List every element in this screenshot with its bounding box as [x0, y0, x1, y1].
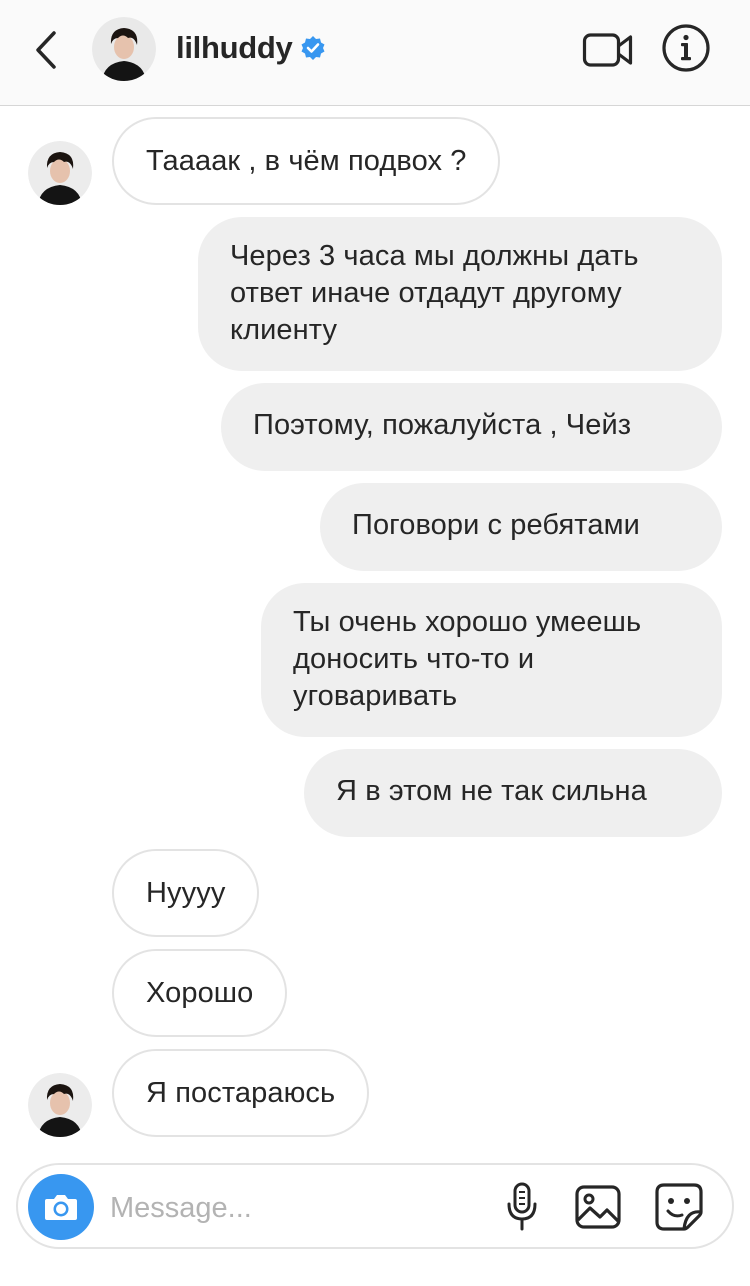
message-bubble-incoming[interactable]: Я постараюсь [112, 1049, 370, 1137]
message-bubble-incoming[interactable]: Нуууу [112, 849, 260, 937]
message-input[interactable] [108, 1177, 492, 1239]
verified-badge-icon [300, 35, 326, 61]
header-avatar[interactable] [92, 17, 156, 81]
message-bubble-incoming[interactable]: Хорошо [112, 949, 288, 1037]
username: lilhuddy [176, 30, 293, 65]
info-icon [662, 24, 710, 72]
message-text-line: уговаривать [293, 680, 458, 712]
message-text: Хорошо [146, 977, 254, 1009]
message-text-line: Через 3 часа мы должны дать [230, 240, 639, 272]
sender-avatar[interactable] [28, 141, 92, 205]
message-bubble-outgoing[interactable]: Я в этом не так сильна [304, 749, 722, 837]
header-title[interactable]: lilhuddy [176, 28, 326, 68]
sticker-icon [655, 1183, 703, 1231]
message-text-line: Ты очень хорошо умеешь [293, 606, 642, 638]
message-text: Тааaак , в чём подвох ? [146, 145, 467, 177]
video-camera-icon [582, 33, 633, 67]
microphone-button[interactable] [502, 1182, 542, 1232]
message-text-line: доносить что-то и [293, 643, 535, 675]
chat-header: lilhuddy [0, 0, 750, 106]
video-call-button[interactable] [582, 28, 634, 72]
camera-icon [45, 1195, 77, 1220]
microphone-icon [507, 1182, 537, 1231]
message-text: Я в этом не так сильна [336, 775, 647, 807]
chevron-left-icon [36, 31, 56, 69]
back-button[interactable] [26, 28, 66, 72]
info-button[interactable] [660, 22, 712, 74]
message-composer [16, 1163, 734, 1249]
message-bubble-outgoing[interactable]: Ты очень хорошо умеешь доносить что-то и… [261, 583, 722, 737]
message-text-line: клиенту [230, 314, 338, 346]
message-text: Я постараюсь [146, 1077, 336, 1109]
message-bubble-incoming[interactable]: Тааaак , в чём подвох ? [112, 117, 501, 205]
message-text: Поэтому, пожалуйста , Чейз [253, 409, 632, 441]
sender-avatar[interactable] [28, 1073, 92, 1137]
camera-button[interactable] [28, 1174, 94, 1240]
message-text: Поговори с ребятами [352, 509, 640, 541]
sticker-button[interactable] [652, 1180, 706, 1234]
message-bubble-outgoing[interactable]: Поговори с ребятами [320, 483, 722, 571]
message-bubble-outgoing[interactable]: Поэтому, пожалуйста , Чейз [221, 383, 722, 471]
message-bubble-outgoing[interactable]: Через 3 часа мы должны дать ответ иначе … [198, 217, 722, 371]
message-text-line: ответ иначе отдадут другому [230, 277, 622, 309]
gallery-icon [575, 1185, 621, 1229]
gallery-button[interactable] [572, 1182, 624, 1232]
message-text: Нуууу [146, 877, 226, 909]
